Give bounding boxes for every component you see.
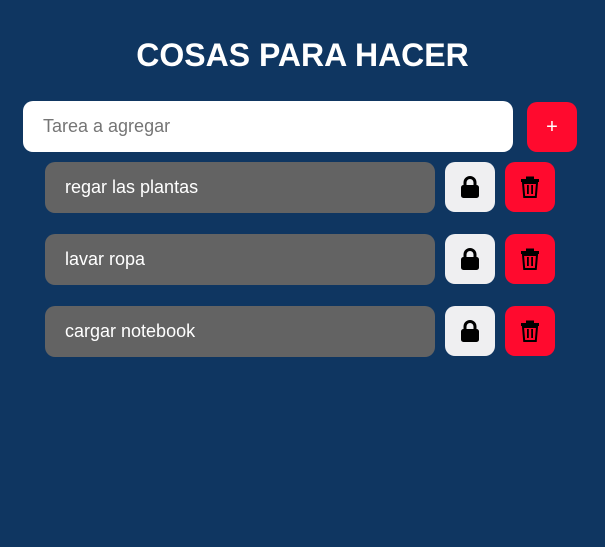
trash-icon bbox=[520, 176, 540, 198]
task-item: regar las plantas bbox=[45, 162, 555, 213]
delete-task-button[interactable] bbox=[505, 306, 555, 356]
add-task-button[interactable]: + bbox=[527, 102, 577, 152]
task-input[interactable] bbox=[23, 101, 513, 152]
task-item: cargar notebook bbox=[45, 306, 555, 357]
trash-icon bbox=[520, 320, 540, 342]
lock-task-button[interactable] bbox=[445, 234, 495, 284]
lock-task-button[interactable] bbox=[445, 306, 495, 356]
lock-icon bbox=[460, 320, 480, 342]
task-item: lavar ropa bbox=[45, 234, 555, 285]
page-title: COSAS PARA HACER bbox=[136, 37, 469, 73]
task-label: lavar ropa bbox=[45, 234, 435, 285]
task-label: regar las plantas bbox=[45, 162, 435, 213]
lock-task-button[interactable] bbox=[445, 162, 495, 212]
add-task-form: + bbox=[23, 101, 577, 152]
delete-task-button[interactable] bbox=[505, 162, 555, 212]
trash-icon bbox=[520, 248, 540, 270]
delete-task-button[interactable] bbox=[505, 234, 555, 284]
task-label: cargar notebook bbox=[45, 306, 435, 357]
task-list: regar las plantas lavar ropa cargar note… bbox=[45, 162, 555, 378]
lock-icon bbox=[460, 176, 480, 198]
lock-icon bbox=[460, 248, 480, 270]
